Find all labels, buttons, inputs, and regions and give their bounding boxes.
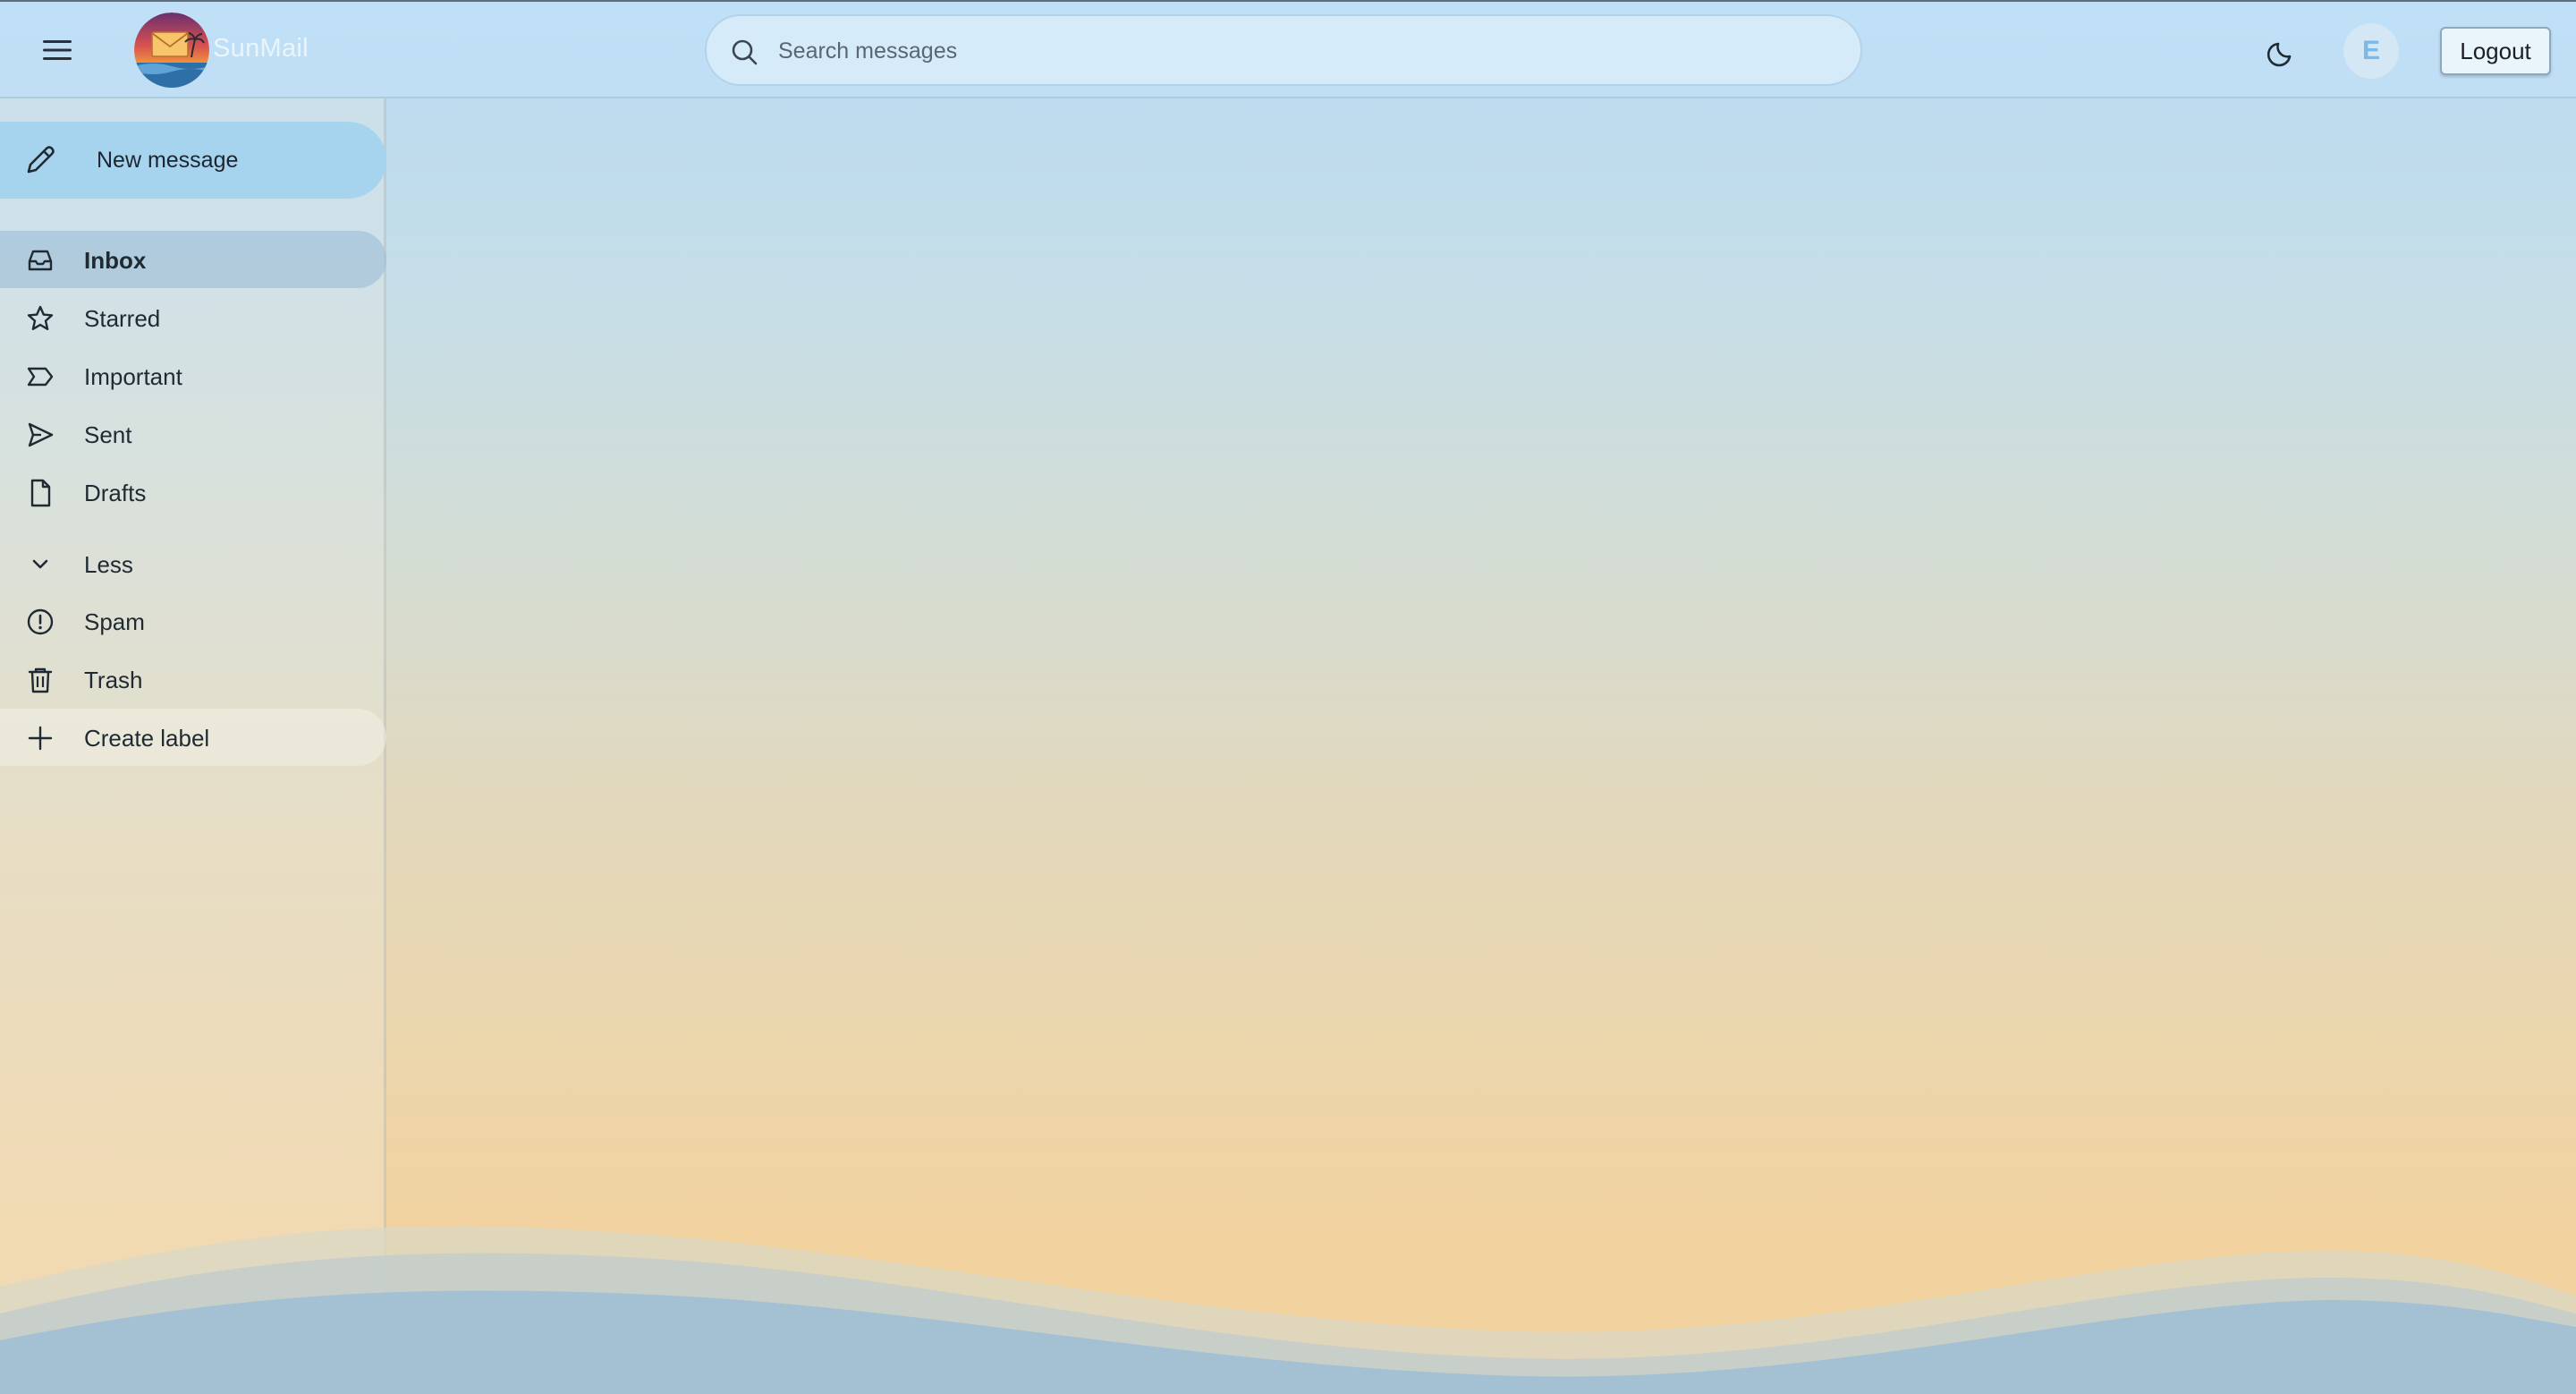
sidebar-item-trash[interactable]: Trash (0, 650, 386, 708)
sidebar: New message Inbox Starred Important Sent… (0, 98, 386, 1394)
sunmail-logo[interactable] (134, 13, 209, 88)
sidebar-item-starred[interactable]: Starred (0, 289, 386, 346)
sidebar-item-label: Inbox (84, 247, 147, 274)
sidebar-item-label: Spam (84, 608, 145, 635)
sidebar-item-label: Create label (84, 725, 210, 752)
brand-name: SunMail (213, 34, 309, 63)
sidebar-item-drafts[interactable]: Drafts (0, 463, 386, 521)
search-bar[interactable] (705, 14, 1862, 86)
trash-icon (28, 667, 53, 693)
avatar[interactable]: E (2343, 23, 2399, 79)
sidebar-item-spam[interactable]: Spam (0, 592, 386, 650)
inbox-icon (28, 250, 53, 271)
dark-mode-toggle[interactable] (2263, 32, 2302, 72)
send-icon (28, 422, 54, 447)
sidebar-item-create-label[interactable]: Create label (0, 709, 386, 766)
hamburger-icon (43, 40, 72, 60)
sidebar-item-less[interactable]: Less (0, 535, 386, 592)
search-icon (732, 39, 758, 65)
search-input[interactable] (776, 16, 1835, 86)
sidebar-item-label: Trash (84, 667, 143, 693)
chevron-down-icon (32, 559, 48, 569)
top-bar: SunMail E Logout (0, 2, 2576, 98)
sidebar-item-label: Important (84, 363, 182, 390)
sidebar-item-label: Drafts (84, 480, 147, 506)
new-message-button[interactable]: New message (0, 122, 386, 199)
pencil-icon (27, 146, 55, 174)
star-icon (27, 305, 54, 330)
sidebar-item-label: Sent (84, 421, 132, 448)
sidebar-item-important[interactable]: Important (0, 347, 386, 404)
sidebar-item-sent[interactable]: Sent (0, 405, 386, 463)
label-important-icon (27, 367, 54, 387)
menu-button[interactable] (36, 29, 79, 72)
sidebar-item-label: Less (84, 551, 133, 578)
file-icon (30, 479, 51, 507)
logout-button[interactable]: Logout (2440, 27, 2551, 75)
alert-circle-icon (27, 608, 54, 635)
sidebar-item-inbox[interactable]: Inbox (0, 231, 386, 288)
sidebar-item-label: Starred (84, 305, 161, 332)
new-message-label: New message (97, 148, 239, 173)
plus-icon (28, 726, 53, 751)
moon-icon (2267, 42, 2292, 67)
wave-decoration (0, 1226, 2576, 1394)
